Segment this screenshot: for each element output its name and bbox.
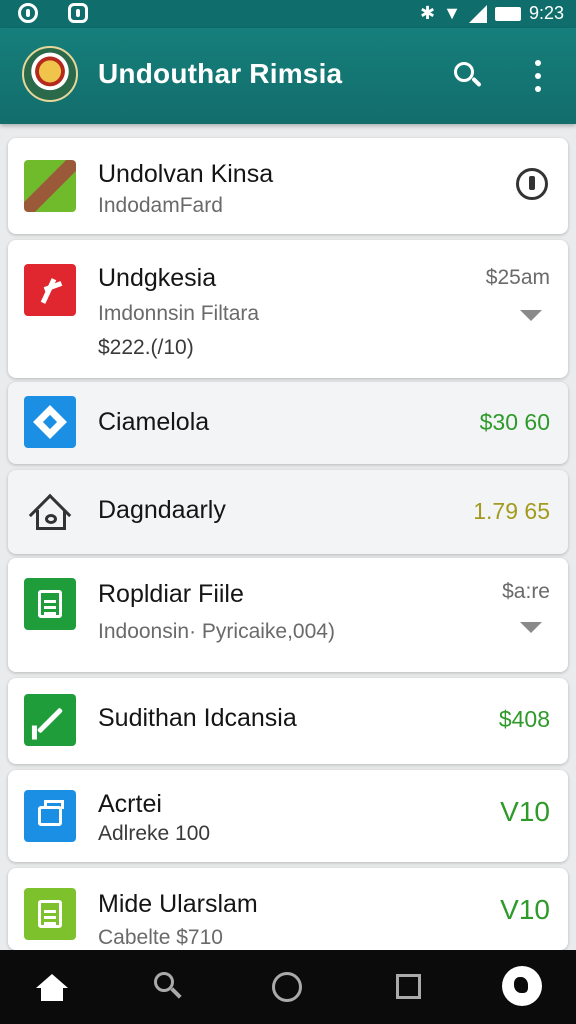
item-amount: $30 60 — [479, 409, 550, 435]
signal-icon — [468, 4, 487, 23]
search-icon[interactable] — [154, 972, 184, 1002]
profile-icon[interactable] — [502, 966, 542, 1006]
item-amount: 1.79 65 — [473, 498, 550, 524]
status-bar: ✱ ▼ 9:23 — [0, 0, 576, 28]
item-title: Ropldiar Fiile — [98, 580, 244, 608]
battery-icon — [494, 6, 521, 21]
box-icon — [24, 790, 76, 842]
item-title: Undolvan Kinsa — [98, 160, 274, 188]
list-item[interactable]: Undgkesia Imdonnsin Filtara $222.(/10) $… — [8, 240, 568, 378]
list-item[interactable]: Mide Ularslam Cabelte $710 V10 — [8, 868, 568, 950]
item-subtitle: Cabelte $710 — [98, 926, 223, 949]
item-amount: $408 — [498, 706, 550, 732]
document-icon — [24, 578, 76, 630]
item-amount: $a:re — [502, 580, 550, 603]
item-title: Dagndaarly — [98, 496, 226, 524]
item-subtitle: Adlreke 100 — [98, 822, 211, 845]
notification-icon — [68, 3, 88, 23]
item-title: Undgkesia — [98, 264, 217, 292]
item-title: Mide Ularslam — [98, 890, 258, 918]
home-icon[interactable] — [36, 974, 68, 1002]
item-subtitle: Indoonsin· Pyricaike,004) — [98, 620, 335, 643]
flag-icon — [24, 264, 76, 316]
app-logo — [22, 46, 78, 102]
list-item[interactable]: Ciamelola $30 60 — [8, 382, 568, 464]
list-item[interactable]: Dagndaarly 1.79 65 — [8, 470, 568, 554]
search-button[interactable] — [452, 60, 484, 92]
item-subtitle: Imdonnsin Filtara — [98, 302, 260, 325]
navigation-bar — [0, 950, 576, 1024]
item-amount: V10 — [500, 894, 550, 925]
chevron-down-icon[interactable] — [520, 622, 542, 633]
more-options-button[interactable] — [528, 60, 548, 92]
circle-home-icon[interactable] — [272, 972, 302, 1002]
item-amount: V10 — [500, 796, 550, 827]
square-recents-icon[interactable] — [396, 974, 421, 999]
item-title: Sudithan Idcansia — [98, 704, 297, 732]
list-item[interactable]: Undolvan Kinsa IndodamFard — [8, 138, 568, 234]
bluetooth-icon: ✱ — [420, 3, 436, 23]
diamond-icon — [24, 396, 76, 448]
wifi-icon: ▼ — [443, 3, 461, 23]
item-subtitle: IndodamFard — [98, 194, 223, 217]
avatar — [24, 160, 76, 212]
app-title: Undouthar Rimsia — [98, 58, 343, 89]
item-title: Acrtei — [98, 790, 162, 818]
list-item[interactable]: Sudithan Idcansia $408 — [8, 678, 568, 764]
item-amount: $25am — [485, 266, 550, 289]
info-icon[interactable] — [516, 168, 548, 200]
status-time: 9:23 — [528, 3, 564, 23]
edit-icon — [24, 694, 76, 746]
chevron-down-icon[interactable] — [520, 310, 542, 321]
list-item[interactable]: Ropldiar Fiile Indoonsin· Pyricaike,004)… — [8, 558, 568, 672]
app-bar: Undouthar Rimsia — [0, 28, 576, 124]
document-icon — [24, 888, 76, 940]
item-title: Ciamelola — [98, 408, 210, 436]
house-icon — [24, 484, 76, 537]
list-item[interactable]: Acrtei Adlreke 100 V10 — [8, 770, 568, 862]
item-price: $222.(/10) — [98, 336, 194, 359]
alert-icon — [18, 3, 38, 23]
